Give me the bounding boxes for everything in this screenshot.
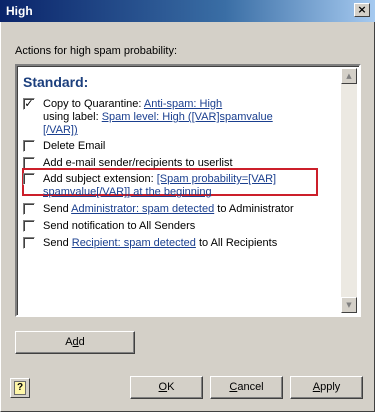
cancel-label: ancel: [237, 381, 264, 393]
item-label: Add subject extension:: [43, 173, 157, 185]
item-label: Send notification to All Senders: [43, 220, 196, 232]
scroll-up-arrow-icon[interactable]: ▲: [341, 68, 357, 84]
item-label: to Administrator: [214, 203, 294, 215]
actions-label: Actions for high spam probability:: [15, 45, 178, 57]
quarantine-link[interactable]: Anti-spam: High: [144, 98, 222, 110]
subject-extension-link[interactable]: [Spam probability=[VAR]: [157, 173, 276, 185]
actions-listbox[interactable]: Standard: ✓ Copy to Quarantine: Anti-spa…: [15, 64, 361, 317]
admin-template-link[interactable]: Administrator: spam detected: [71, 203, 214, 215]
item-text: Copy to Quarantine: Anti-spam: High usin…: [43, 98, 341, 137]
scroll-down-arrow-icon[interactable]: ▼: [341, 297, 357, 313]
title-bar: High ×: [0, 0, 375, 22]
item-text: Add subject extension: [Spam probability…: [43, 173, 341, 199]
window-title: High: [6, 4, 33, 18]
item-label: Send: [43, 237, 72, 249]
actions-list: Standard: ✓ Copy to Quarantine: Anti-spa…: [19, 68, 341, 313]
ok-label-accel: O: [158, 381, 168, 393]
item-label: to All Recipients: [195, 237, 278, 249]
add-button[interactable]: Add: [15, 331, 135, 354]
help-button[interactable]: ?: [10, 378, 30, 398]
item-label: Send: [43, 203, 72, 215]
apply-label: pply: [320, 381, 341, 393]
subject-extension-link-cont[interactable]: spamvalue[/VAR]] at the beginning: [43, 186, 212, 198]
apply-button[interactable]: Apply: [290, 376, 363, 399]
help-book-icon: ?: [14, 381, 26, 395]
checkbox-copy-quarantine[interactable]: ✓: [23, 98, 35, 110]
item-label: Delete Email: [43, 140, 106, 152]
item-text: Send Recipient: spam detected to All Rec…: [43, 237, 341, 250]
close-icon[interactable]: ×: [354, 3, 370, 17]
apply-label-accel: A: [312, 381, 321, 393]
ok-label: K: [167, 381, 175, 393]
item-label: using label:: [43, 111, 102, 123]
add-label: A: [65, 336, 73, 348]
label-link-cont[interactable]: [/VAR]): [43, 124, 78, 136]
recipient-template-link[interactable]: Recipient: spam detected: [72, 237, 196, 249]
label-link[interactable]: Spam level: High ([VAR]spamvalue: [102, 111, 273, 123]
checkbox-delete-email[interactable]: [23, 140, 35, 152]
ok-button[interactable]: OK: [130, 376, 203, 399]
add-label-rest: d: [78, 336, 85, 348]
checkbox-notify-senders[interactable]: [23, 220, 35, 232]
checkbox-send-admin[interactable]: [23, 203, 35, 215]
vertical-scrollbar[interactable]: ▲ ▼: [341, 68, 357, 313]
checkbox-send-recipients[interactable]: [23, 237, 35, 249]
checkmark-icon: ✓: [24, 97, 34, 110]
item-label: Copy to Quarantine:: [43, 98, 144, 110]
checkbox-subject-extension[interactable]: [23, 173, 35, 185]
cancel-button[interactable]: Cancel: [210, 376, 283, 399]
section-header: Standard:: [23, 74, 89, 90]
item-text: Send Administrator: spam detected to Adm…: [43, 203, 341, 216]
